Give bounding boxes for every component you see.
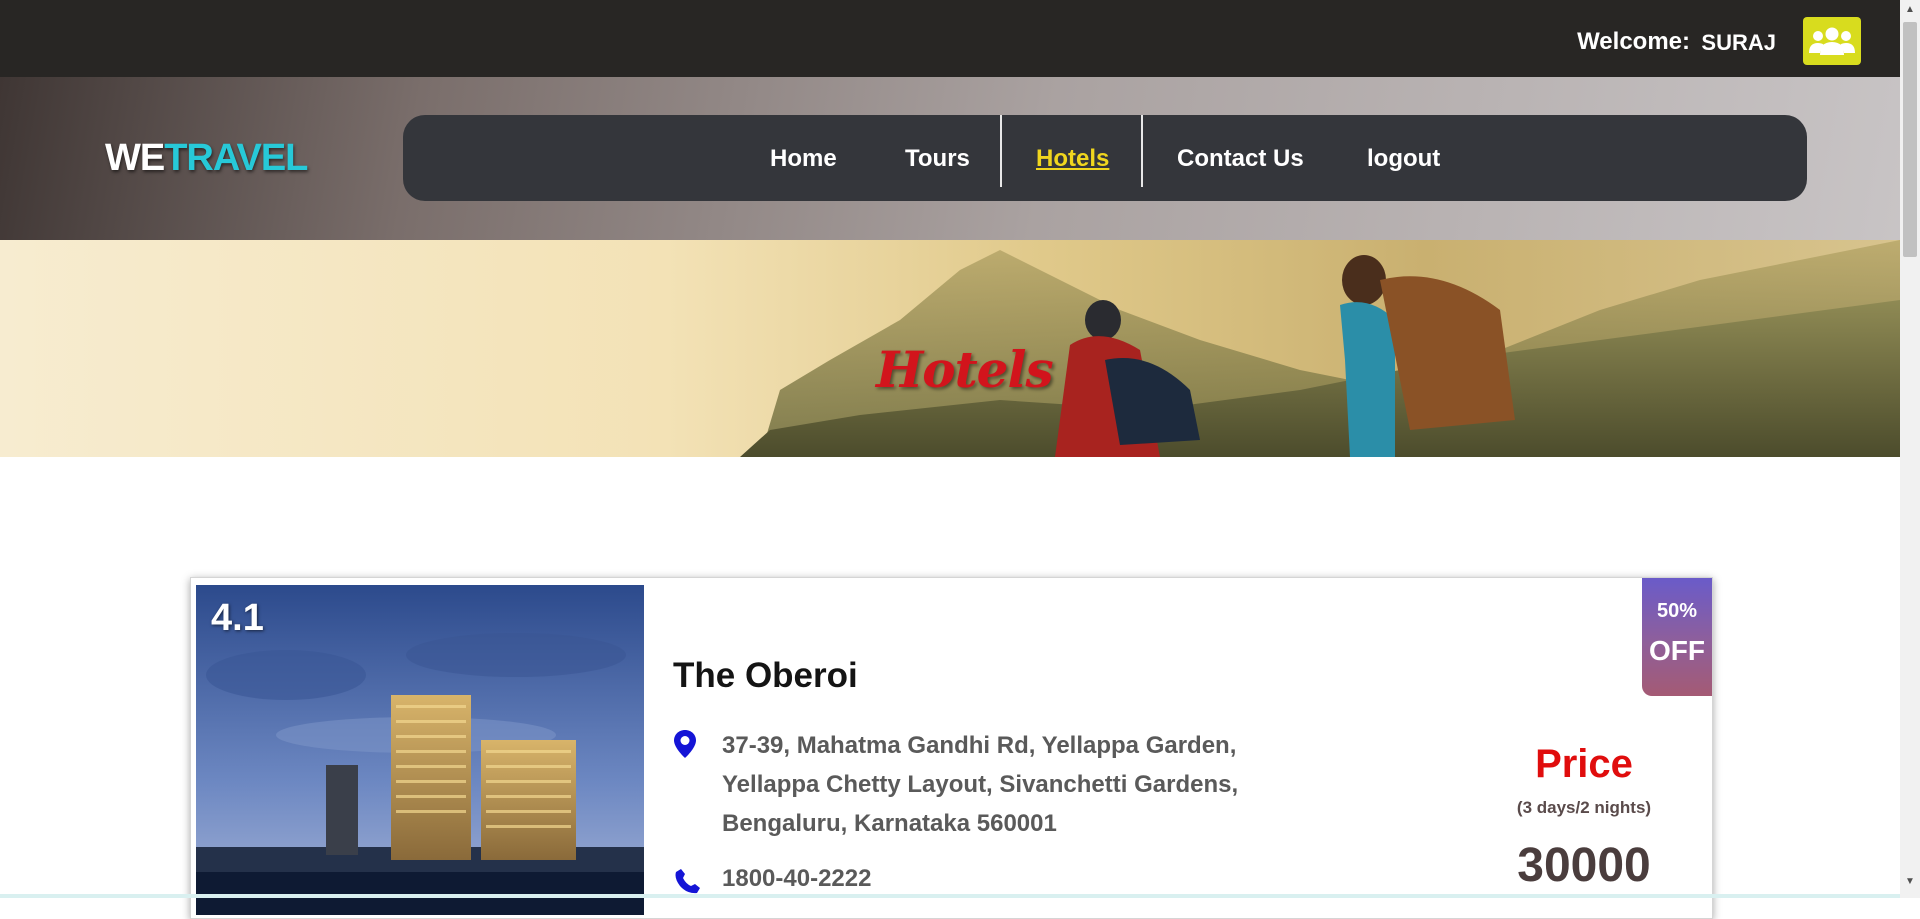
username-label: SURAJ <box>1701 30 1776 55</box>
hotel-address: 37-39, Mahatma Gandhi Rd, Yellappa Garde… <box>722 726 1322 843</box>
discount-badge: 50% OFF <box>1642 578 1712 696</box>
scroll-down-icon[interactable]: ▼ <box>1905 876 1915 887</box>
address-line: Bengaluru, Karnataka 560001 <box>722 810 1057 837</box>
nav-home[interactable]: Home <box>770 145 837 173</box>
address-line: 37-39, Mahatma Gandhi Rd, Yellappa Garde… <box>722 732 1237 759</box>
nav-logout[interactable]: logout <box>1367 145 1440 173</box>
page-scrollbar[interactable]: ▲ ▼ <box>1900 0 1920 898</box>
main-nav: Home Tours Hotels Contact Us logout <box>403 115 1807 201</box>
welcome-label: Welcome: <box>1577 28 1690 55</box>
scroll-thumb[interactable] <box>1903 22 1917 257</box>
hotel-name[interactable]: The Oberoi <box>673 656 858 696</box>
top-bar: Welcome: SURAJ <box>0 0 1900 77</box>
site-header: WETRAVEL Home Tours Hotels Contact Us lo… <box>0 77 1900 240</box>
hotel-phone: 1800-40-2222 <box>722 865 872 892</box>
logo-we: WE <box>105 137 165 179</box>
price-value: 30000 <box>1517 839 1651 892</box>
nav-divider <box>1141 115 1143 187</box>
user-menu-button[interactable] <box>1803 17 1861 65</box>
hotel-image[interactable]: 4.1 <box>196 585 644 915</box>
scroll-up-icon[interactable]: ▲ <box>1905 4 1915 15</box>
nav-tours[interactable]: Tours <box>905 145 970 173</box>
phone-icon <box>675 869 700 894</box>
address-line: Yellappa Chetty Layout, Sivanchetti Gard… <box>722 771 1239 798</box>
map-pin-icon <box>674 730 696 758</box>
logo-travel: TRAVEL <box>164 137 308 179</box>
discount-off: OFF <box>1649 635 1705 666</box>
nav-hotels[interactable]: Hotels <box>1036 145 1109 173</box>
price-label: Price <box>1535 742 1633 786</box>
site-logo[interactable]: WETRAVEL <box>105 137 308 180</box>
hotel-card[interactable]: 4.1 The Oberoi 37-39, Mahatma Gandhi Rd,… <box>190 577 1713 919</box>
price-duration: (3 days/2 nights) <box>1516 798 1652 817</box>
page-title: Hotels <box>876 340 1054 399</box>
rating-badge: 4.1 <box>211 597 264 639</box>
discount-percent: 50% <box>1656 600 1698 622</box>
bottom-edge <box>0 894 1900 898</box>
users-icon <box>1809 27 1855 55</box>
nav-divider <box>1000 115 1002 187</box>
page-banner: Hotels <box>0 240 1900 457</box>
nav-contact-us[interactable]: Contact Us <box>1177 145 1304 173</box>
